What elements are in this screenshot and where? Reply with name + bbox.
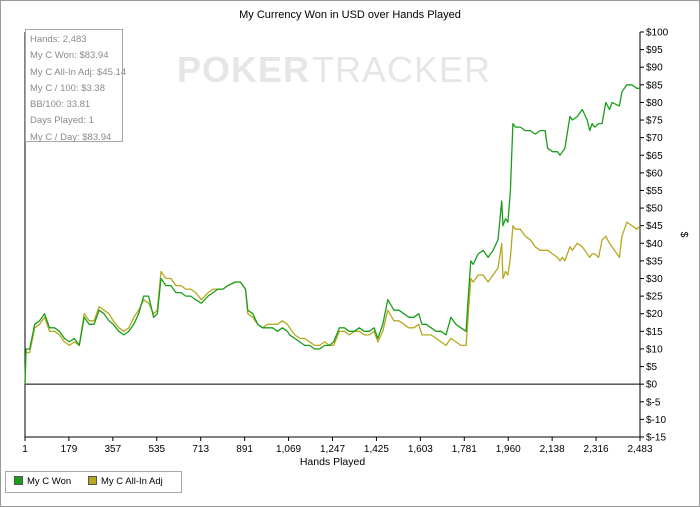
x-tick-label: 2,483: [627, 444, 652, 455]
y-tick-label: $25: [646, 292, 663, 303]
legend-item-allin[interactable]: My C All-In Adj: [88, 475, 163, 487]
stat-won: My C Won: $83.94: [30, 50, 109, 62]
y-tick-label: $-5: [646, 397, 661, 408]
legend-item-won[interactable]: My C Won: [14, 475, 72, 487]
y-tick-label: $60: [646, 168, 663, 179]
x-tick-label: 891: [236, 444, 253, 455]
y-tick-label: $15: [646, 327, 663, 338]
x-tick-label: 1,960: [496, 444, 521, 455]
stat-hands: Hands: 2,483: [30, 34, 87, 45]
pokertracker-watermark: POKER TRACKER: [177, 49, 491, 90]
y-tick-label: $30: [646, 274, 663, 285]
x-tick-label: 2,138: [540, 444, 565, 455]
y-tick-label: $10: [646, 344, 663, 355]
stat-per-100: My C / 100: $3.38: [30, 82, 105, 94]
x-tick-label: 2,316: [584, 444, 609, 455]
y-axis-label: $: [678, 232, 690, 238]
y-tick-label: $85: [646, 80, 663, 91]
y-tick-label: $40: [646, 239, 663, 250]
y-tick-label: $-10: [646, 415, 666, 426]
chart-legend: My C Won My C All-In Adj: [5, 471, 182, 493]
watermark-poker-text: POKER: [177, 49, 310, 90]
y-tick-label: $55: [646, 186, 663, 197]
legend-swatch-won: [14, 475, 23, 485]
stats-summary-box: Hands: 2,483 My C Won: $83.94 My C All-I…: [25, 29, 127, 143]
y-tick-label: $5: [646, 362, 658, 373]
chart-title: My Currency Won in USD over Hands Played: [239, 9, 461, 21]
y-tick-label: $90: [646, 63, 663, 74]
x-tick-label: 179: [61, 444, 78, 455]
y-tick-label: $50: [646, 204, 663, 215]
x-tick-label: 1,425: [364, 444, 389, 455]
y-tick-label: $95: [646, 45, 663, 56]
x-tick-label: 1,069: [276, 444, 301, 455]
x-tick-label: 1: [22, 444, 28, 455]
x-tick-label: 1,603: [408, 444, 433, 455]
y-tick-label: $100: [646, 28, 669, 39]
legend-label-allin: My C All-In Adj: [101, 476, 163, 487]
x-tick-label: 1,781: [452, 444, 477, 455]
x-tick-label: 357: [105, 444, 122, 455]
y-tick-label: $0: [646, 380, 658, 391]
watermark-tracker-text: TRACKER: [312, 49, 491, 90]
y-tick-label: $75: [646, 116, 663, 127]
stat-per-day: My C / Day: $83.94: [30, 131, 112, 143]
x-tick-label: 535: [148, 444, 165, 455]
stat-bb-100: BB/100: 33.81: [30, 99, 91, 111]
x-tick-label: 713: [192, 444, 209, 455]
y-tick-label: $20: [646, 309, 663, 320]
stat-allin-adj: My C All-In Adj: $45.14: [30, 66, 127, 78]
y-tick-label: $-15: [646, 433, 666, 444]
x-tick-label: 1,247: [320, 444, 345, 455]
y-tick-label: $65: [646, 151, 663, 162]
series-line-my-c-all-in-adj: [24, 221, 641, 385]
y-tick-label: $80: [646, 98, 663, 109]
y-tick-label: $35: [646, 256, 663, 267]
y-tick-label: $45: [646, 221, 663, 232]
legend-label-won: My C Won: [27, 476, 72, 487]
y-tick-label: $70: [646, 133, 663, 144]
legend-swatch-allin: [88, 475, 97, 485]
stat-days-played: Days Played: 1: [30, 115, 94, 127]
x-axis-label: Hands Played: [300, 456, 366, 468]
